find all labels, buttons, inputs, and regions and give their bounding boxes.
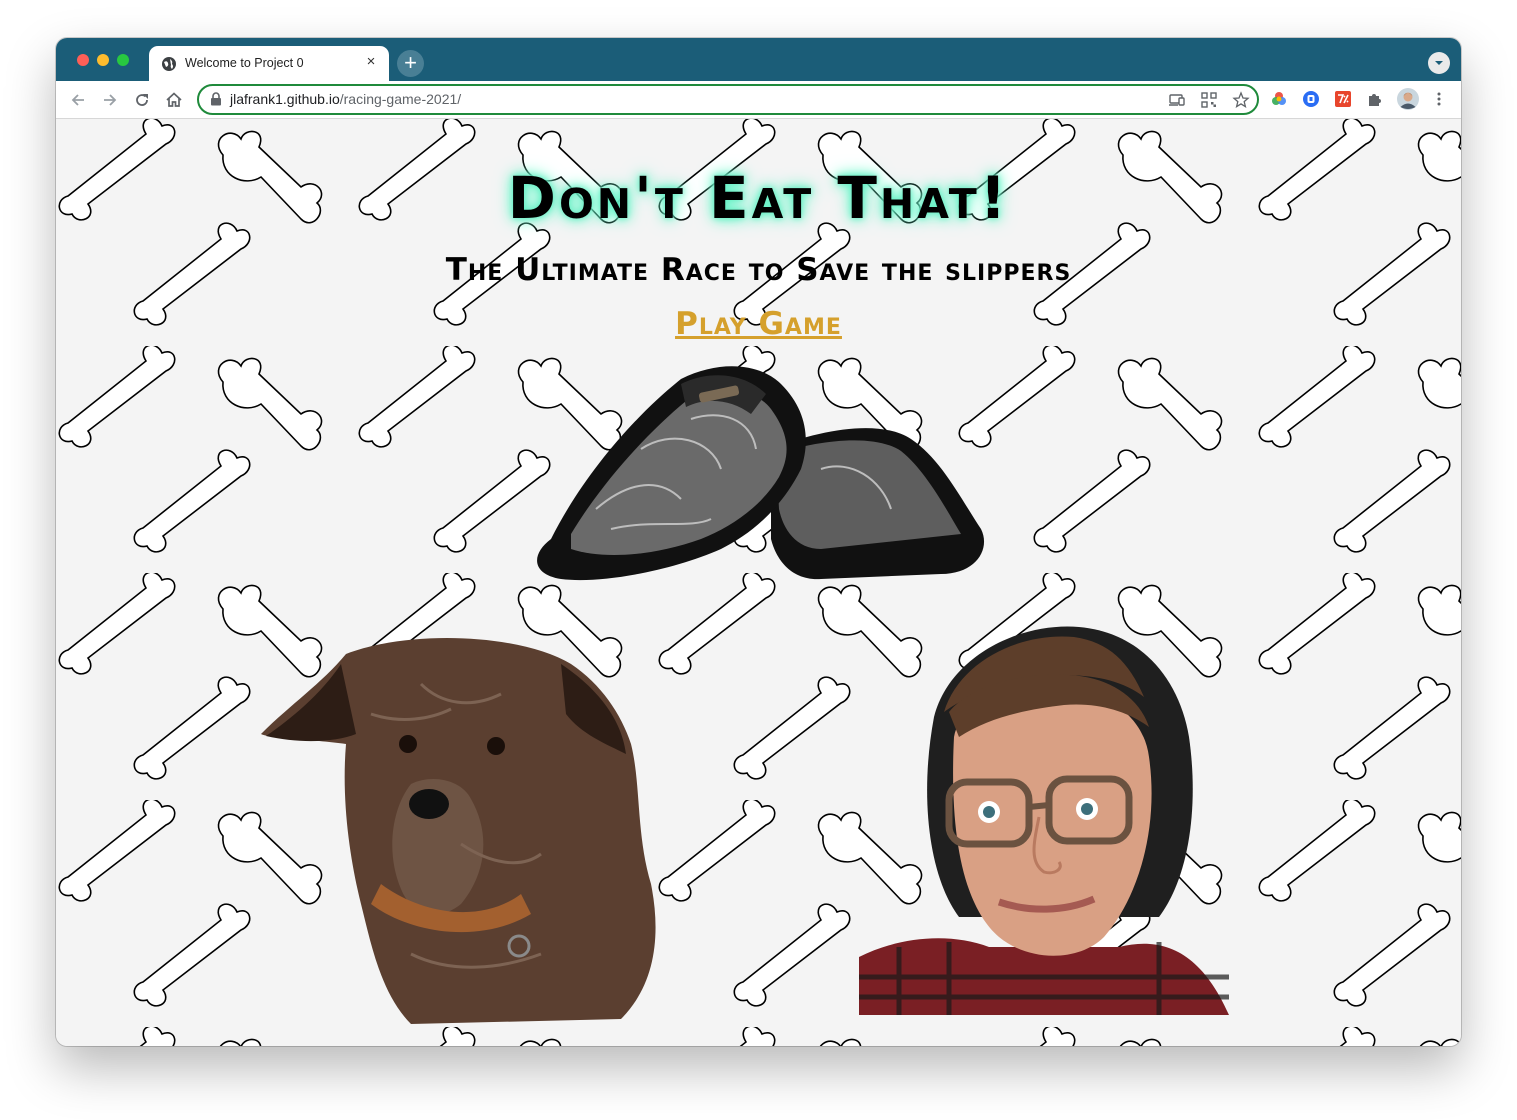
minimize-window-button[interactable] — [97, 54, 109, 66]
reload-icon[interactable] — [132, 90, 152, 110]
new-tab-button[interactable]: + — [397, 50, 424, 77]
url-host: jlafrank1.github.io — [230, 91, 340, 107]
play-game-link[interactable]: Play Game — [675, 306, 842, 342]
kebab-menu-icon[interactable] — [1430, 90, 1448, 108]
star-icon[interactable] — [1232, 91, 1250, 109]
tab-title: Welcome to Project 0 — [185, 56, 304, 70]
close-window-button[interactable] — [77, 54, 89, 66]
page-title: Don't Eat That! — [507, 164, 1010, 232]
address-bar[interactable]: jlafrank1.github.io/racing-game-2021/ — [197, 84, 1259, 115]
browser-window: Welcome to Project 0 × + jlafrank1.githu… — [56, 38, 1461, 1046]
globe-icon — [162, 57, 176, 71]
red-extension-icon[interactable] — [1334, 90, 1352, 108]
url-text[interactable]: jlafrank1.github.io/racing-game-2021/ — [230, 91, 461, 107]
tab-active[interactable]: Welcome to Project 0 × — [149, 46, 389, 81]
arrow-left-icon[interactable] — [68, 90, 88, 110]
qr-code-icon[interactable] — [1200, 91, 1218, 109]
play-game-link-container: Play Game — [56, 306, 1461, 342]
home-icon[interactable] — [164, 90, 184, 110]
chevron-down-icon — [1435, 61, 1443, 65]
page-subtitle: The Ultimate Race to Save the slippers — [445, 252, 1072, 288]
dog-image — [261, 637, 656, 1024]
slippers-image — [537, 366, 985, 581]
close-icon[interactable]: × — [363, 54, 379, 70]
cast-icon[interactable] — [1168, 91, 1186, 109]
puzzle-icon[interactable] — [1366, 90, 1384, 108]
arrow-right-icon[interactable] — [100, 90, 120, 110]
avatar[interactable] — [1397, 88, 1419, 110]
url-path: /racing-game-2021/ — [339, 91, 462, 107]
toolbar: jlafrank1.github.io/racing-game-2021/ — [56, 81, 1461, 119]
blue-extension-icon[interactable] — [1302, 90, 1320, 108]
person-image — [859, 626, 1229, 1015]
zoom-window-button[interactable] — [117, 54, 129, 66]
lock-icon[interactable] — [210, 92, 222, 106]
color-wheel-extension-icon[interactable] — [1270, 90, 1288, 108]
page-viewport: Don't Eat That! The Ultimate Race to Sav… — [56, 119, 1461, 1046]
tab-search-button[interactable] — [1428, 52, 1450, 74]
tab-strip: Welcome to Project 0 × + — [56, 38, 1461, 81]
